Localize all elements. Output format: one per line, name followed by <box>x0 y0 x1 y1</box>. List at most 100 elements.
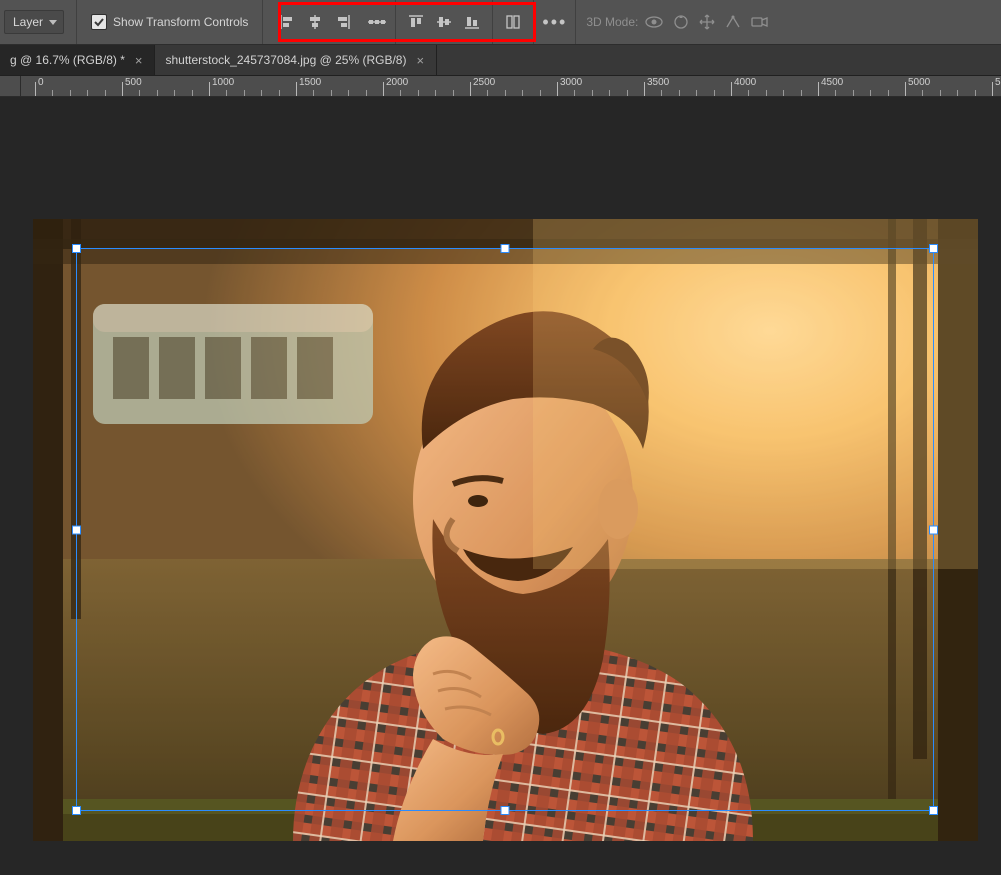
ruler-minor-tick <box>435 90 436 96</box>
transform-handle-bottom-right[interactable] <box>929 806 938 815</box>
ruler-tick-label: 500 <box>125 77 142 88</box>
ruler-minor-tick <box>783 90 784 96</box>
ruler-minor-tick <box>261 90 262 96</box>
show-transform-label: Show Transform Controls <box>113 15 248 29</box>
document-tab[interactable]: shutterstock_245737084.jpg @ 25% (RGB/8)… <box>155 45 437 75</box>
auto-select-value: Layer <box>13 15 43 29</box>
align-vertical-centers-icon <box>436 14 452 30</box>
ruler-major-tick <box>731 82 732 96</box>
transform-handle-bottom-left[interactable] <box>72 806 81 815</box>
ruler-tick-label: 4000 <box>734 77 756 88</box>
align-left-edges-button[interactable] <box>273 8 301 36</box>
ruler-minor-tick <box>679 90 680 96</box>
ruler-minor-tick <box>313 90 314 96</box>
ruler-minor-tick <box>922 90 923 96</box>
align-bottom-edges-button[interactable] <box>458 8 486 36</box>
chevron-down-icon <box>49 20 57 25</box>
ruler-minor-tick <box>766 90 767 96</box>
ruler-minor-tick <box>279 90 280 96</box>
ruler-minor-tick <box>801 90 802 96</box>
ruler-minor-tick <box>957 90 958 96</box>
checkmark-icon <box>94 17 104 27</box>
ruler-major-tick <box>644 82 645 96</box>
ruler-tick-label: 0 <box>38 77 44 88</box>
three-d-mode-label: 3D Mode: <box>576 15 640 29</box>
ruler-minor-tick <box>940 90 941 96</box>
ruler-major-tick <box>296 82 297 96</box>
auto-align-layers-icon <box>505 14 521 30</box>
align-top-edges-button[interactable] <box>402 8 430 36</box>
transform-handle-top-center[interactable] <box>501 244 510 253</box>
ruler-minor-tick <box>835 90 836 96</box>
align-horizontal-centers-button[interactable] <box>301 8 329 36</box>
ruler-minor-tick <box>870 90 871 96</box>
ruler-minor-tick <box>453 90 454 96</box>
distribute-horizontal-icon <box>368 14 386 30</box>
align-right-edges-button[interactable] <box>329 8 357 36</box>
align-horizontal-centers-icon <box>307 14 323 30</box>
distribute-horizontal-button[interactable] <box>363 8 391 36</box>
ruler-minor-tick <box>226 90 227 96</box>
close-icon[interactable]: × <box>414 54 426 67</box>
ruler-tick-label: 1000 <box>212 77 234 88</box>
ruler-minor-tick <box>853 90 854 96</box>
ruler-minor-tick <box>105 90 106 96</box>
align-left-edges-icon <box>279 14 295 30</box>
ruler-minor-tick <box>975 90 976 96</box>
ruler-minor-tick <box>244 90 245 96</box>
ruler-major-tick <box>383 82 384 96</box>
ruler-tick-label: 4500 <box>821 77 843 88</box>
close-icon[interactable]: × <box>133 54 145 67</box>
document-tab-active[interactable]: g @ 16.7% (RGB/8) * × <box>0 45 155 75</box>
ruler-minor-tick <box>157 90 158 96</box>
ruler-tick-label: 2500 <box>473 77 495 88</box>
align-top-edges-icon <box>408 14 424 30</box>
ruler-major-tick <box>992 82 993 96</box>
options-bar: Layer Show Transform Controls <box>0 0 1001 45</box>
transform-handle-right-center[interactable] <box>929 525 938 534</box>
align-vertical-centers-button[interactable] <box>430 8 458 36</box>
three-d-slide-icon <box>724 13 742 31</box>
ruler-minor-tick <box>52 90 53 96</box>
canvas-area[interactable] <box>0 97 1001 875</box>
ruler-minor-tick <box>627 90 628 96</box>
ruler-minor-tick <box>192 90 193 96</box>
ruler-major-tick <box>470 82 471 96</box>
three-d-orbit-icon <box>644 13 664 31</box>
three-d-mode-icons <box>640 13 770 31</box>
ruler-minor-tick <box>661 90 662 96</box>
ruler-minor-tick <box>574 90 575 96</box>
ruler-tick-label: 3500 <box>647 77 669 88</box>
show-transform-checkbox[interactable] <box>91 14 107 30</box>
auto-select-dropdown[interactable]: Layer <box>4 10 64 34</box>
ellipsis-icon: ••• <box>542 12 567 33</box>
ruler-minor-tick <box>592 90 593 96</box>
ruler-minor-tick <box>748 90 749 96</box>
transform-handle-bottom-center[interactable] <box>501 806 510 815</box>
ruler-minor-tick <box>487 90 488 96</box>
horizontal-ruler[interactable]: 0500100015002000250030003500400045005000… <box>0 76 1001 97</box>
ruler-minor-tick <box>366 90 367 96</box>
ruler-tick-label: 1500 <box>299 77 321 88</box>
ruler-major-tick <box>209 82 210 96</box>
document-tab-label: shutterstock_245737084.jpg @ 25% (RGB/8) <box>165 53 406 67</box>
auto-align-layers-button[interactable] <box>499 8 527 36</box>
more-options-button[interactable]: ••• <box>534 8 575 36</box>
transform-handle-top-right[interactable] <box>929 244 938 253</box>
ruler-minor-tick <box>174 90 175 96</box>
ruler-minor-tick <box>522 90 523 96</box>
ruler-major-tick <box>35 82 36 96</box>
ruler-origin-corner[interactable] <box>0 76 21 96</box>
document-tab-label: g @ 16.7% (RGB/8) * <box>10 53 125 67</box>
ruler-minor-tick <box>540 90 541 96</box>
ruler-tick-label: 3000 <box>560 77 582 88</box>
ruler-minor-tick <box>418 90 419 96</box>
transform-handle-left-center[interactable] <box>72 525 81 534</box>
transform-handle-top-left[interactable] <box>72 244 81 253</box>
ruler-major-tick <box>557 82 558 96</box>
ruler-minor-tick <box>70 90 71 96</box>
ruler-tick-label: 5500 <box>995 77 1001 88</box>
align-right-edges-icon <box>335 14 351 30</box>
ruler-minor-tick <box>714 90 715 96</box>
transform-bounding-box[interactable] <box>76 248 934 811</box>
